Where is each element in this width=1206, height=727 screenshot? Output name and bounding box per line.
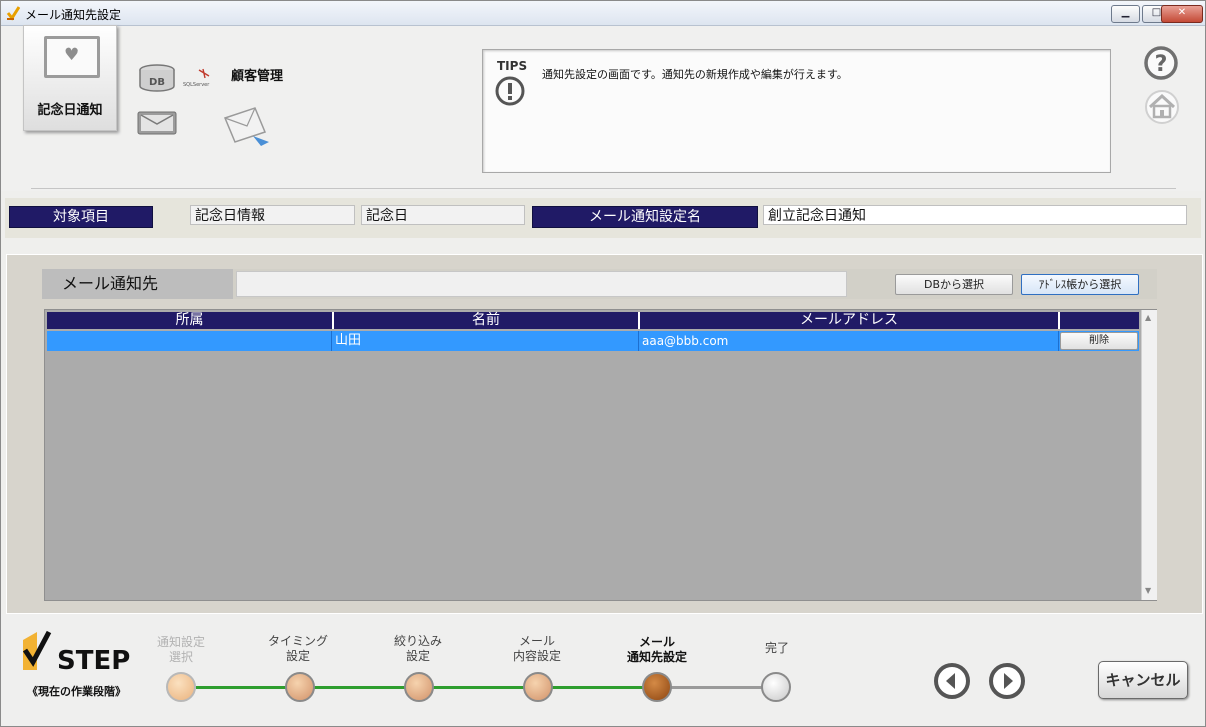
step-logo: STEP xyxy=(22,630,130,674)
tips-box: TIPS 通知先設定の画面です。通知先の新規作成や編集が行えます。 xyxy=(482,49,1111,173)
step-label-4: メール 内容設定 xyxy=(512,634,561,663)
exclamation-icon xyxy=(495,76,525,106)
step-circle-6 xyxy=(761,672,791,702)
minimize-button[interactable]: ▁ xyxy=(1111,5,1140,23)
step-circle-2 xyxy=(285,672,315,702)
app-icon xyxy=(6,6,20,21)
help-icon[interactable]: ? xyxy=(1143,45,1179,81)
column-header-action xyxy=(1060,312,1139,329)
column-header-name[interactable]: 名前 xyxy=(334,312,640,329)
step-label-6: 完了 xyxy=(764,641,789,655)
home-icon[interactable] xyxy=(1143,89,1181,125)
step-circle-1 xyxy=(166,672,196,702)
cell-name: 山田 xyxy=(332,331,639,351)
svg-text:STEP: STEP xyxy=(57,646,130,674)
vertical-scrollbar[interactable]: ▲ ▼ xyxy=(1141,310,1157,600)
monitor-icon: ♥ xyxy=(44,36,100,78)
step-label-2: タイミング 設定 xyxy=(267,634,328,663)
tips-label: TIPS xyxy=(497,59,528,73)
recipient-grid: 所属 名前 メールアドレス 山田 aaa@bbb.com 削除 ▲ ▼ xyxy=(44,309,1157,601)
scroll-up-icon[interactable]: ▲ xyxy=(1145,313,1151,322)
step-circle-3 xyxy=(404,672,434,702)
select-from-address-book-button[interactable]: ｱﾄﾞﾚｽ帳から選択 xyxy=(1021,274,1139,295)
prev-button[interactable] xyxy=(933,662,971,700)
svg-text:?: ? xyxy=(1155,52,1168,77)
target-value-field: 記念日情報 xyxy=(190,205,355,225)
window-title: メール通知先設定 xyxy=(25,8,122,22)
next-button[interactable] xyxy=(988,662,1026,700)
step-label-5: メール 通知先設定 xyxy=(626,635,687,664)
tile-label: 記念日通知 xyxy=(37,103,103,118)
title-bar: メール通知先設定 ▁ □ ✕ xyxy=(1,1,1205,26)
scroll-down-icon[interactable]: ▼ xyxy=(1145,586,1151,595)
database-icon[interactable]: DB xyxy=(138,64,176,92)
setting-name-label: メール通知設定名 xyxy=(532,206,758,228)
table-row[interactable]: 山田 aaa@bbb.com 削除 xyxy=(47,331,1139,351)
mail-icon[interactable] xyxy=(137,111,177,135)
step-label-3: 絞り込み 設定 xyxy=(393,634,442,663)
notify-title: メール通知先 xyxy=(42,269,233,299)
step-circle-4 xyxy=(523,672,553,702)
target-date-field: 記念日 xyxy=(361,205,525,225)
step-circle-5 xyxy=(642,672,672,702)
column-header-email[interactable]: メールアドレス xyxy=(640,312,1060,329)
grid-header: 所属 名前 メールアドレス xyxy=(47,312,1139,329)
close-button[interactable]: ✕ xyxy=(1161,5,1203,23)
delete-button[interactable]: 削除 xyxy=(1060,332,1138,350)
progress-line-remaining xyxy=(659,686,777,689)
sql-server-logo-icon: SQLServer xyxy=(183,68,210,88)
svg-text:DB: DB xyxy=(149,77,165,88)
cell-email: aaa@bbb.com xyxy=(639,331,1059,351)
select-from-db-button[interactable]: DBから選択 xyxy=(895,274,1013,295)
tips-text: 通知先設定の画面です。通知先の新規作成や編集が行えます。 xyxy=(542,68,848,81)
customer-management-label: 顧客管理 xyxy=(231,69,284,84)
step-subtitle: 《現在の作業段階》 xyxy=(27,685,126,698)
notify-field[interactable] xyxy=(236,271,847,297)
heart-icon: ♥ xyxy=(64,45,80,65)
column-header-dept[interactable]: 所属 xyxy=(47,312,334,329)
setting-name-field: 創立記念日通知 xyxy=(763,205,1187,225)
send-mail-icon xyxy=(223,107,269,146)
anniversary-tile[interactable]: ♥ 記念日通知 xyxy=(23,25,117,131)
svg-text:SQLServer: SQLServer xyxy=(183,82,210,88)
cell-dept xyxy=(47,331,332,351)
step-label-1: 通知設定 選択 xyxy=(156,635,205,664)
cancel-button[interactable]: キャンセル xyxy=(1098,661,1188,699)
target-item-label: 対象項目 xyxy=(9,206,153,228)
divider xyxy=(31,188,1176,189)
info-bar: 対象項目 記念日情報 記念日 メール通知設定名 創立記念日通知 xyxy=(5,198,1201,238)
app-window: メール通知先設定 ▁ □ ✕ ♥ 記念日通知 DB SQLServer 顧客管理… xyxy=(0,0,1206,727)
